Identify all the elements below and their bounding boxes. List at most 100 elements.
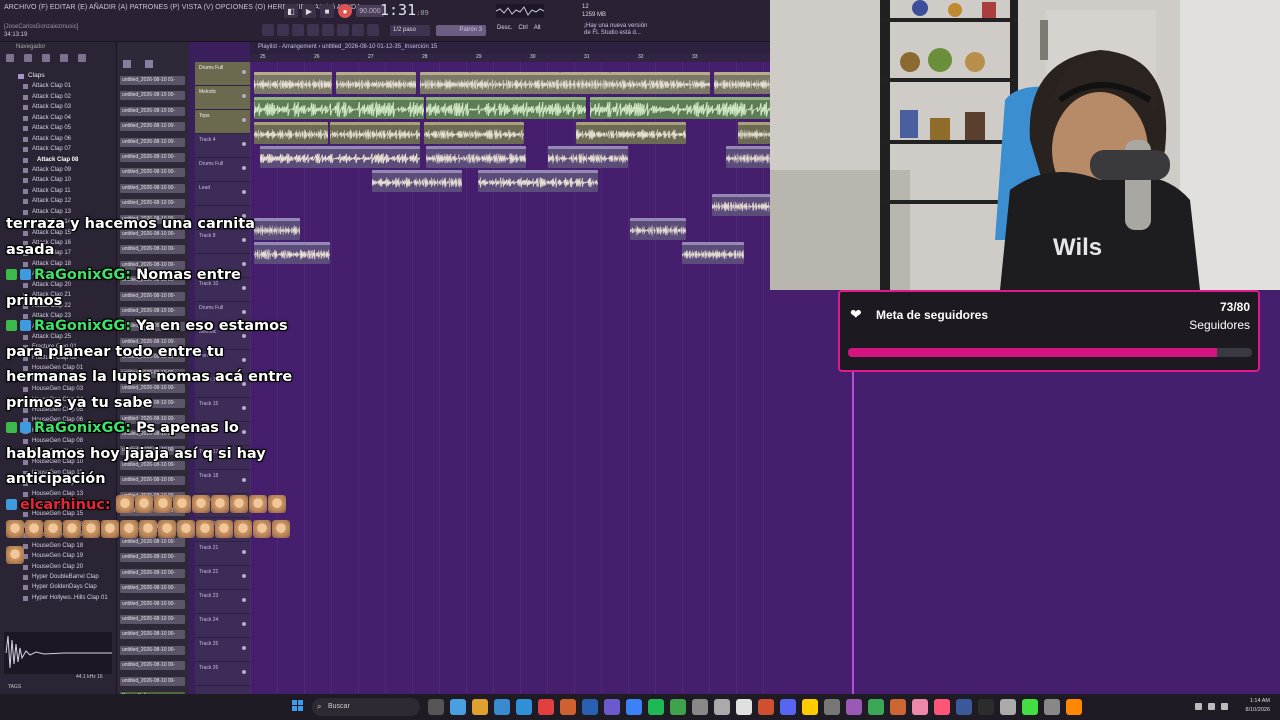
playlist-clip[interactable] — [424, 122, 524, 144]
collapse-icon[interactable] — [24, 54, 32, 62]
playlist-clip[interactable] — [426, 97, 586, 119]
playlist-clip[interactable] — [254, 97, 424, 119]
taskbar-app-icon[interactable] — [736, 699, 752, 715]
pattern-select[interactable]: Patrón 3 — [436, 25, 486, 36]
taskbar-app-icon[interactable] — [538, 699, 554, 715]
tool-icon[interactable] — [277, 24, 289, 36]
taskbar-app-icon[interactable] — [450, 699, 466, 715]
playlist-clip[interactable] — [576, 122, 686, 144]
wifi-icon[interactable] — [1195, 703, 1202, 710]
tool-ctrl[interactable]: Ctrl — [518, 25, 527, 31]
browser-sample[interactable]: Attack Clap 11 — [20, 186, 117, 196]
add-icon[interactable] — [145, 60, 153, 68]
taskbar-app-icon[interactable] — [934, 699, 950, 715]
track-header[interactable]: Track 24 — [195, 614, 250, 638]
tool-icon[interactable] — [337, 24, 349, 36]
channel-button[interactable]: untitled_2026-08-10 00- — [120, 676, 185, 686]
playlist-clip[interactable] — [630, 218, 686, 240]
browser-sample[interactable]: Attack Clap 02 — [20, 92, 117, 102]
browser-folder[interactable]: Claps — [18, 71, 117, 81]
track-header[interactable]: Track 22 — [195, 566, 250, 590]
track-header[interactable]: Track 4 — [195, 134, 250, 158]
playlist-area[interactable] — [250, 62, 770, 694]
record-button[interactable]: ● — [338, 4, 352, 18]
chat-username[interactable]: RaGonixGG: — [34, 420, 131, 436]
play-button[interactable]: ▶ — [302, 4, 316, 18]
taskbar-search[interactable]: ⌕ Buscar — [312, 698, 420, 716]
track-mute-icon[interactable] — [242, 94, 246, 98]
browser-sample[interactable]: Attack Clap 10 — [20, 175, 117, 185]
browser-sample[interactable]: Attack Clap 04 — [20, 113, 117, 123]
browser-sample[interactable]: Attack Clap 07 — [20, 144, 117, 154]
taskbar-app-icon[interactable] — [978, 699, 994, 715]
playlist-clip[interactable] — [426, 146, 526, 168]
playlist-clip[interactable] — [254, 72, 332, 94]
playlist-clip[interactable] — [714, 72, 770, 94]
track-header[interactable]: Track 26 — [195, 662, 250, 686]
taskbar-app-icon[interactable] — [648, 699, 664, 715]
favorite-icon[interactable] — [78, 54, 86, 62]
track-mute-icon[interactable] — [242, 190, 246, 194]
chat-username[interactable]: RaGonixGG: — [34, 267, 131, 283]
playlist-clip[interactable] — [336, 72, 416, 94]
chat-username[interactable]: elcarhinuc: — [20, 497, 111, 513]
tags-label[interactable]: TAGS — [8, 684, 21, 690]
playlist-clip[interactable] — [726, 146, 770, 168]
browser-sample[interactable]: Hyper Hollywo..Hills Clap 01 — [20, 593, 117, 603]
taskbar-app-icon[interactable] — [890, 699, 906, 715]
browser-sample[interactable]: Attack Clap 12 — [20, 196, 117, 206]
channel-button[interactable]: untitled_2026-08-10 00- — [120, 91, 185, 101]
taskbar-app-icon[interactable] — [868, 699, 884, 715]
channel-button[interactable]: untitled_2026-08-10 01- — [120, 76, 185, 85]
taskbar-app-icon[interactable] — [494, 699, 510, 715]
taskbar-app-icon[interactable] — [1044, 699, 1060, 715]
track-mute-icon[interactable] — [242, 670, 246, 674]
battery-icon[interactable] — [1221, 703, 1228, 710]
taskbar-app-icon[interactable] — [846, 699, 862, 715]
taskbar-app-icon[interactable] — [1066, 699, 1082, 715]
track-mute-icon[interactable] — [242, 622, 246, 626]
taskbar-app-icon[interactable] — [582, 699, 598, 715]
taskbar-app-icon[interactable] — [802, 699, 818, 715]
browser-sample[interactable]: Attack Clap 03 — [20, 102, 117, 112]
browser-sample[interactable]: Attack Clap 05 — [20, 123, 117, 133]
taskbar-app-icon[interactable] — [428, 699, 444, 715]
search-icon[interactable] — [60, 54, 68, 62]
channel-button[interactable]: untitled_2026-08-10 00- — [120, 168, 185, 178]
track-mute-icon[interactable] — [242, 142, 246, 146]
taskbar-app-icon[interactable] — [472, 699, 488, 715]
track-mute-icon[interactable] — [242, 166, 246, 170]
folder-icon[interactable] — [6, 54, 14, 62]
playlist-clip[interactable] — [548, 146, 628, 168]
track-mute-icon[interactable] — [242, 598, 246, 602]
taskbar-app-icon[interactable] — [1022, 699, 1038, 715]
track-mute-icon[interactable] — [242, 70, 246, 74]
track-mute-icon[interactable] — [242, 574, 246, 578]
taskbar-app-icon[interactable] — [758, 699, 774, 715]
playlist-clip[interactable] — [682, 242, 744, 264]
playlist-clip[interactable] — [712, 194, 770, 216]
track-header[interactable]: Track 23 — [195, 590, 250, 614]
track-header[interactable]: Drums Full — [195, 62, 250, 86]
track-mute-icon[interactable] — [242, 646, 246, 650]
browser-sample[interactable]: Attack Clap 06 — [20, 134, 117, 144]
windows-start-icon[interactable] — [292, 700, 304, 712]
browser-sample[interactable]: Attack Clap 01 — [20, 81, 117, 91]
pattern-song-toggle[interactable]: ◧ — [284, 4, 298, 18]
channel-button[interactable]: untitled_2026-08-10 00- — [120, 615, 185, 624]
channel-button[interactable]: untitled_2026-08-10 00- — [120, 630, 185, 640]
track-header[interactable]: Drums Full — [195, 158, 250, 182]
channel-button[interactable]: untitled_2026-08-10 00- — [120, 661, 185, 671]
taskbar-app-icon[interactable] — [626, 699, 642, 715]
browser-sample[interactable]: Hyper DoubleBarrel Clap — [20, 572, 117, 582]
grid-icon[interactable] — [123, 60, 131, 68]
playlist-clip[interactable] — [330, 122, 420, 144]
taskbar-app-icon[interactable] — [912, 699, 928, 715]
playlist-clip[interactable] — [738, 122, 770, 144]
playlist-clip[interactable] — [254, 122, 328, 144]
track-header[interactable]: Tops — [195, 110, 250, 134]
taskbar-app-icon[interactable] — [1000, 699, 1016, 715]
browser-sample[interactable]: Attack Clap 09 — [20, 165, 117, 175]
channel-button[interactable]: untitled_2026-08-10 00- — [120, 599, 185, 609]
view-icon[interactable] — [42, 54, 50, 62]
